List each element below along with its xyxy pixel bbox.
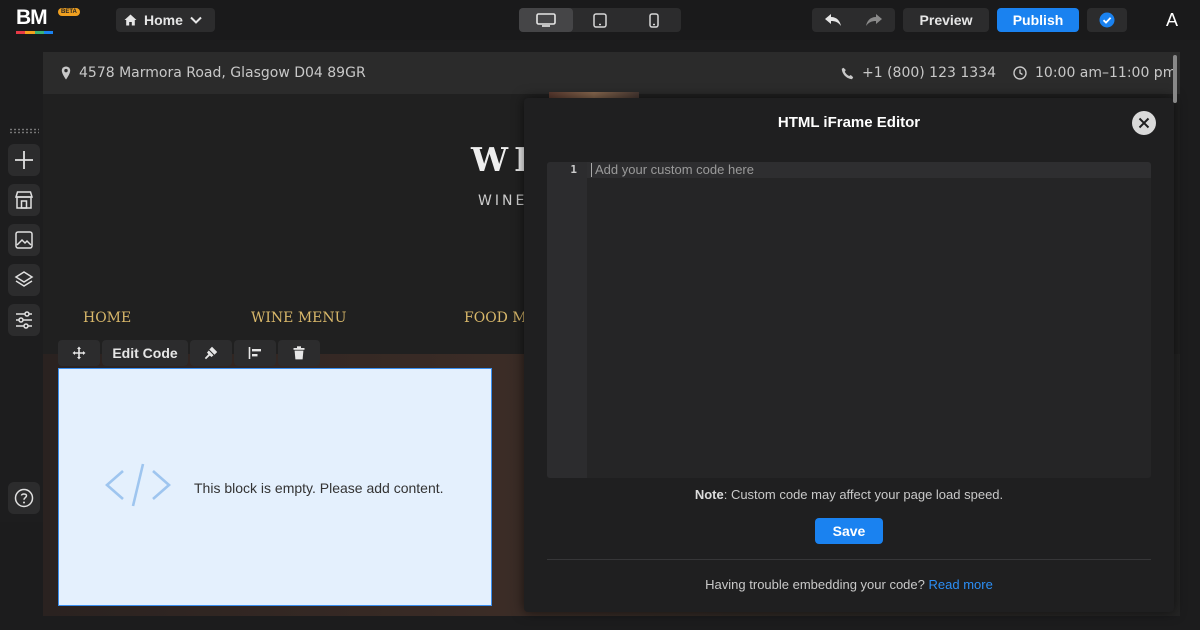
move-block-button[interactable]: [58, 340, 100, 366]
desktop-view-button[interactable]: [519, 8, 573, 32]
edit-code-button[interactable]: Edit Code: [102, 340, 188, 366]
help-icon: [14, 488, 34, 508]
code-placeholder: Add your custom code here: [595, 162, 754, 177]
brush-icon: [204, 346, 218, 360]
left-toolbar: [0, 120, 48, 522]
code-input[interactable]: Add your custom code here: [595, 162, 1151, 478]
device-switcher: [519, 8, 681, 32]
page-selector[interactable]: Home: [116, 8, 215, 32]
close-button[interactable]: [1132, 111, 1156, 135]
read-more-link[interactable]: Read more: [929, 577, 993, 592]
user-avatar[interactable]: A: [1160, 8, 1184, 32]
block-toolbar: Edit Code: [58, 340, 320, 366]
page-selector-label: Home: [144, 12, 183, 28]
align-block-button[interactable]: [234, 340, 276, 366]
line-number: 1: [570, 163, 577, 176]
history-controls: [812, 8, 895, 32]
nav-home[interactable]: HOME: [83, 310, 131, 326]
nav-wine-menu[interactable]: WINE MENU: [251, 310, 346, 326]
layers-button[interactable]: [8, 264, 40, 296]
performance-note: Note: Custom code may affect your page l…: [524, 487, 1174, 502]
settings-button[interactable]: [8, 304, 40, 336]
map-pin-icon: [61, 66, 71, 80]
help-line: Having trouble embedding your code? Read…: [524, 577, 1174, 592]
site-subtitle: WINE: [478, 193, 528, 209]
redo-icon: [866, 14, 883, 26]
empty-html-block[interactable]: This block is empty. Please add content.: [58, 368, 492, 606]
clock-icon: [1013, 66, 1027, 80]
save-button[interactable]: Save: [815, 518, 883, 544]
top-bar: BM BETA Home Preview Publish A: [0, 0, 1200, 40]
home-icon: [124, 14, 137, 26]
beta-badge: BETA: [58, 8, 80, 16]
site-info-bar: 4578 Marmora Road, Glasgow D04 89GR +1 (…: [43, 52, 1180, 94]
style-block-button[interactable]: [190, 340, 232, 366]
drag-handle[interactable]: [9, 128, 39, 134]
sliders-icon: [16, 311, 32, 329]
store-button[interactable]: [8, 184, 40, 216]
canvas-scrollbar[interactable]: [1172, 52, 1178, 616]
code-icon: [105, 463, 171, 507]
mobile-icon: [649, 12, 659, 28]
publish-status-button[interactable]: [1087, 8, 1127, 32]
align-left-icon: [248, 347, 261, 359]
media-button[interactable]: [8, 224, 40, 256]
tablet-icon: [593, 12, 607, 28]
phone-icon: [841, 67, 854, 79]
empty-block-message: This block is empty. Please add content.: [194, 480, 444, 496]
line-number-gutter: 1: [547, 162, 587, 478]
note-text: : Custom code may affect your page load …: [723, 487, 1004, 502]
chevron-down-icon: [190, 16, 202, 24]
html-iframe-editor-modal: HTML iFrame Editor 1 Add your custom cod…: [524, 98, 1174, 612]
modal-divider: [547, 559, 1151, 560]
add-element-button[interactable]: [8, 144, 40, 176]
move-icon: [72, 346, 86, 360]
plus-icon: [15, 151, 33, 169]
scroll-thumb[interactable]: [1173, 55, 1177, 103]
logo-stripes: [16, 31, 53, 34]
address-text: 4578 Marmora Road, Glasgow D04 89GR: [79, 65, 366, 81]
text-cursor: [591, 163, 592, 177]
app-logo[interactable]: BM BETA: [16, 6, 96, 34]
logo-text: BM: [16, 6, 48, 29]
note-label: Note: [694, 487, 724, 502]
site-address: 4578 Marmora Road, Glasgow D04 89GR: [61, 65, 366, 81]
undo-icon: [824, 14, 841, 26]
close-icon: [1138, 117, 1150, 129]
undo-button[interactable]: [812, 8, 854, 32]
mobile-view-button[interactable]: [627, 8, 681, 32]
help-text: Having trouble embedding your code?: [705, 577, 925, 592]
redo-button[interactable]: [854, 8, 896, 32]
help-button[interactable]: [8, 482, 40, 514]
layers-icon: [14, 271, 34, 287]
store-icon: [14, 191, 34, 209]
image-icon: [15, 231, 33, 249]
trash-icon: [293, 346, 305, 360]
desktop-icon: [536, 13, 556, 27]
preview-button[interactable]: Preview: [903, 8, 989, 32]
delete-block-button[interactable]: [278, 340, 320, 366]
site-hours: 10:00 am–11:00 pm: [1013, 65, 1176, 81]
modal-title: HTML iFrame Editor: [777, 114, 921, 131]
publish-button[interactable]: Publish: [997, 8, 1079, 32]
tablet-view-button[interactable]: [573, 8, 627, 32]
code-editor[interactable]: 1 Add your custom code here: [547, 162, 1151, 478]
site-phone: +1 (800) 123 1334: [841, 65, 996, 81]
phone-text: +1 (800) 123 1334: [862, 65, 996, 81]
hours-text: 10:00 am–11:00 pm: [1035, 65, 1177, 81]
check-circle-icon: [1099, 12, 1115, 28]
